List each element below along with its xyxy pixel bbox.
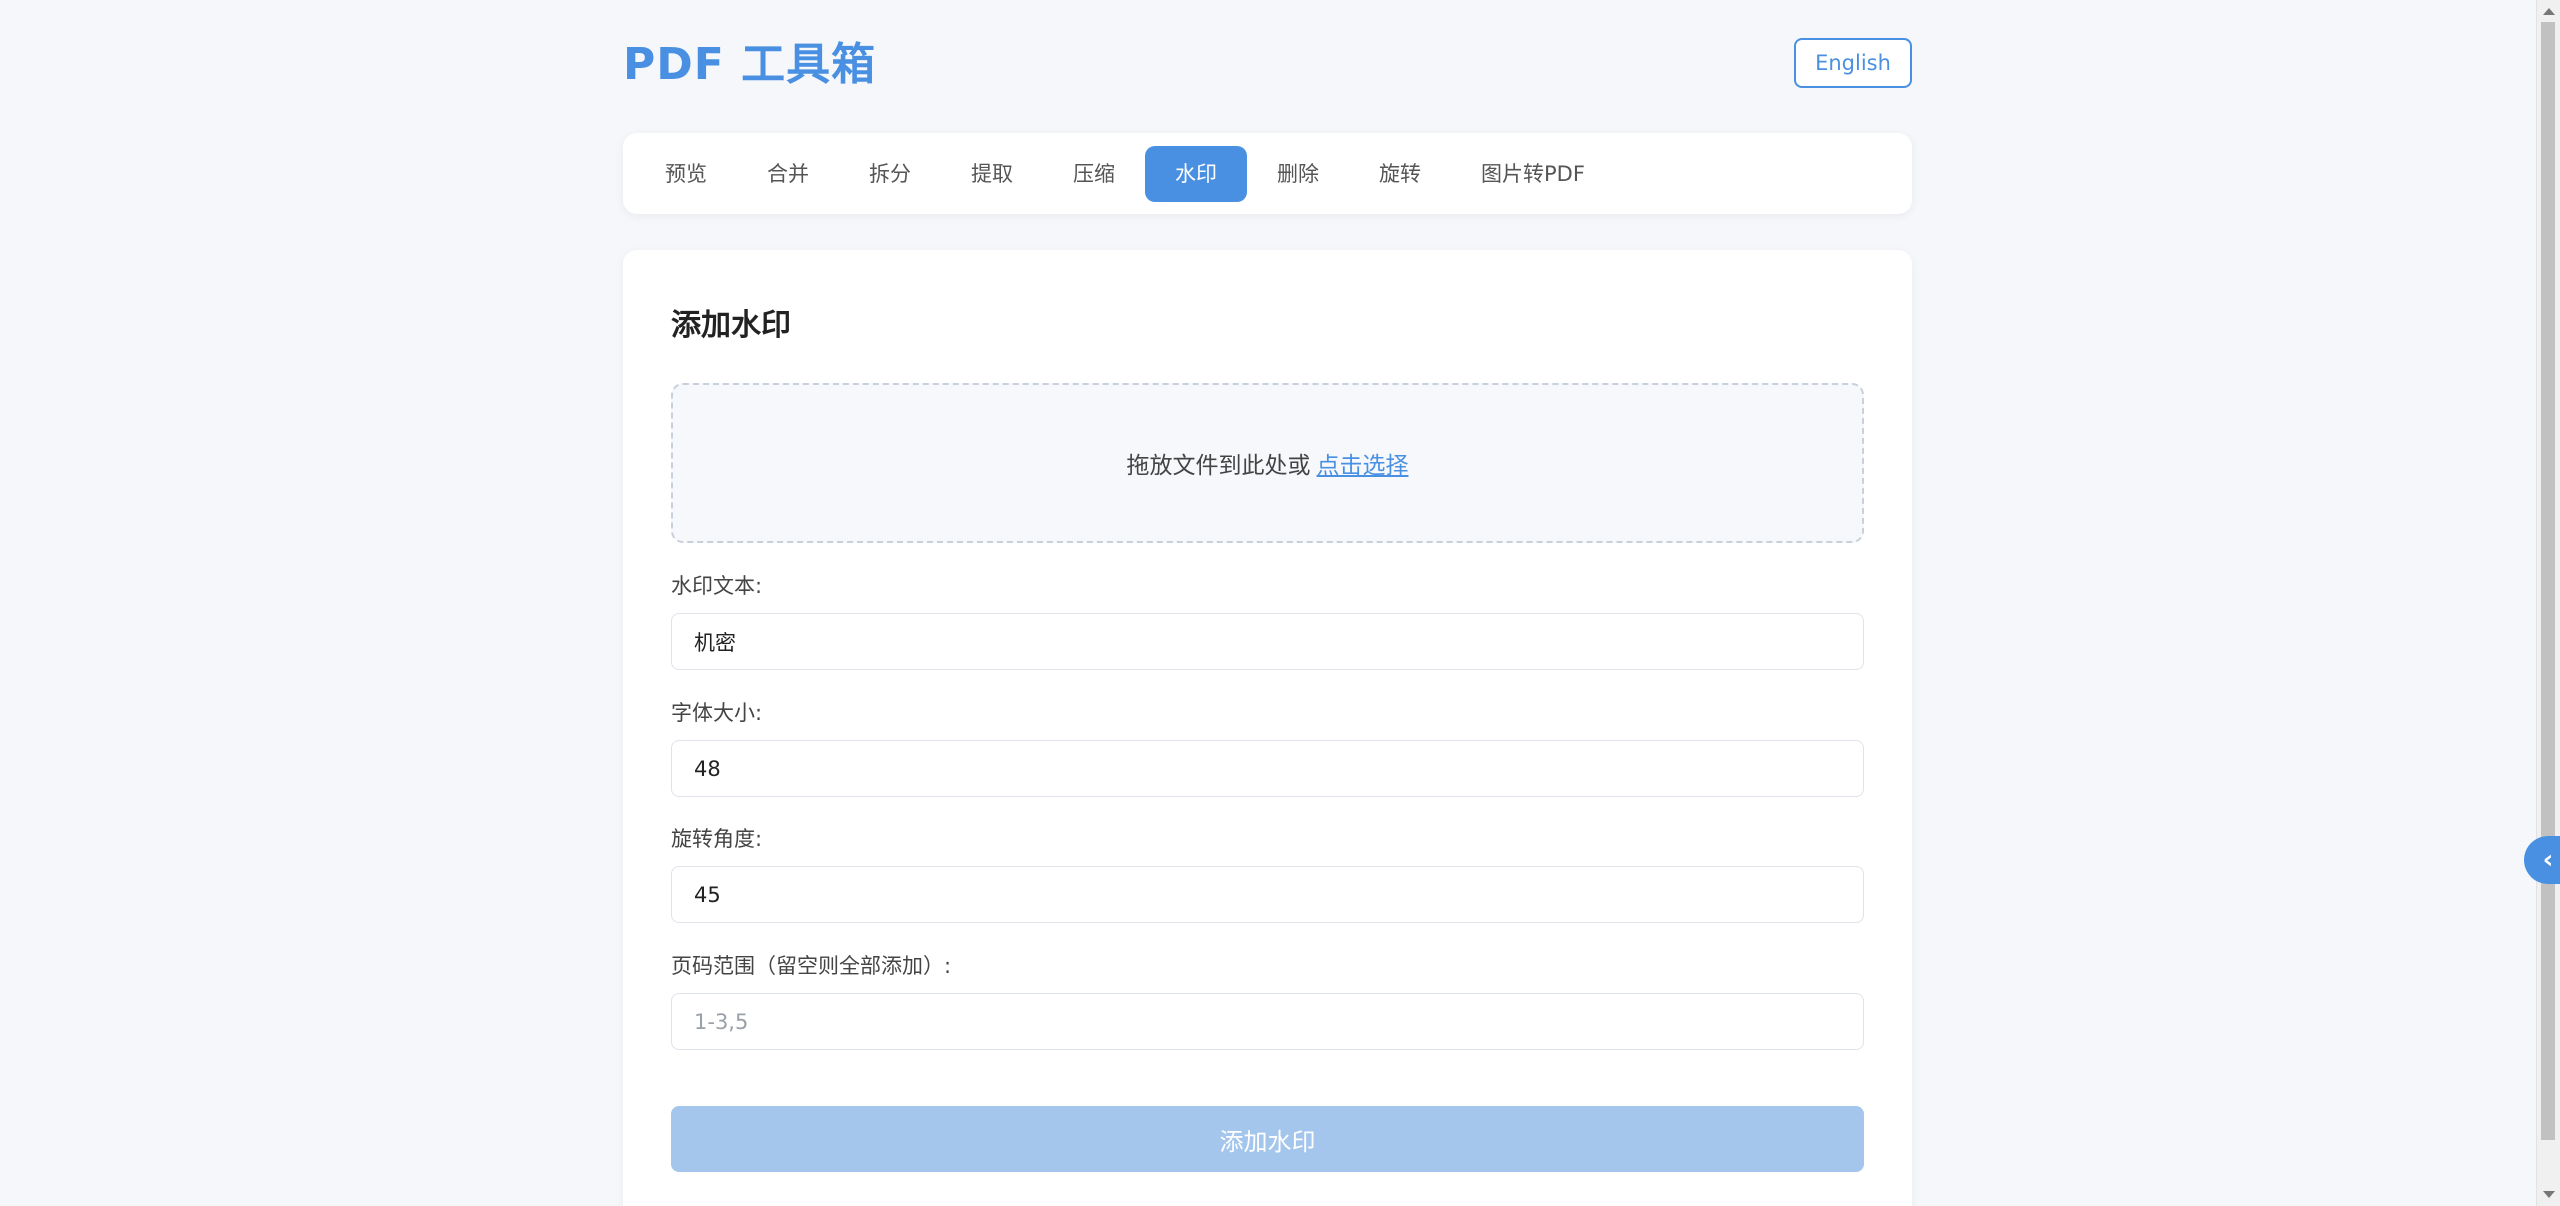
header: PDF 工具箱 English [623, 0, 1912, 130]
tool-tabs: 预览 合并 拆分 提取 压缩 水印 删除 旋转 图片转PDF [623, 133, 1912, 214]
chevron-left-icon: ‹ [2542, 845, 2554, 875]
language-toggle-button[interactable]: English [1794, 38, 1912, 88]
file-dropzone[interactable]: 拖放文件到此处或 点击选择 [671, 383, 1864, 543]
page: PDF 工具箱 English 预览 合并 拆分 提取 压缩 水印 删除 旋转 … [0, 0, 2560, 1206]
dropzone-text: 拖放文件到此处或 [1126, 453, 1311, 479]
tab-split[interactable]: 拆分 [839, 146, 941, 202]
app-title: PDF 工具箱 [623, 39, 877, 90]
tab-preview[interactable]: 预览 [635, 146, 737, 202]
scroll-up-arrow-icon[interactable] [2543, 8, 2555, 15]
page-range-input[interactable] [671, 993, 1864, 1050]
add-watermark-button[interactable]: 添加水印 [671, 1106, 1864, 1172]
tab-image-to-pdf[interactable]: 图片转PDF [1451, 146, 1615, 202]
tab-rotate[interactable]: 旋转 [1349, 146, 1451, 202]
watermark-text-label: 水印文本: [671, 574, 763, 598]
choose-file-link[interactable]: 点击选择 [1317, 446, 1409, 480]
font-size-input[interactable] [671, 740, 1864, 797]
main-container: PDF 工具箱 English 预览 合并 拆分 提取 压缩 水印 删除 旋转 … [623, 0, 1912, 1206]
tab-watermark[interactable]: 水印 [1145, 145, 1247, 202]
page-range-label: 页码范围（留空则全部添加）: [671, 954, 952, 978]
font-size-label: 字体大小: [671, 701, 763, 725]
watermark-panel: 添加水印 拖放文件到此处或 点击选择 水印文本: 字体大小: 旋转角度: 页码范… [623, 250, 1912, 1206]
rotation-input[interactable] [671, 866, 1864, 923]
watermark-text-input[interactable] [671, 613, 1864, 670]
side-panel-toggle[interactable]: ‹ [2524, 836, 2560, 884]
scroll-down-arrow-icon[interactable] [2543, 1191, 2555, 1198]
tab-delete[interactable]: 删除 [1247, 146, 1349, 202]
page-scrollbar[interactable] [2536, 0, 2560, 1206]
tab-compress[interactable]: 压缩 [1043, 146, 1145, 202]
tab-merge[interactable]: 合并 [737, 146, 839, 202]
panel-title: 添加水印 [671, 308, 791, 343]
tab-extract[interactable]: 提取 [941, 146, 1043, 202]
rotation-label: 旋转角度: [671, 827, 763, 851]
scroll-thumb[interactable] [2541, 22, 2555, 1140]
